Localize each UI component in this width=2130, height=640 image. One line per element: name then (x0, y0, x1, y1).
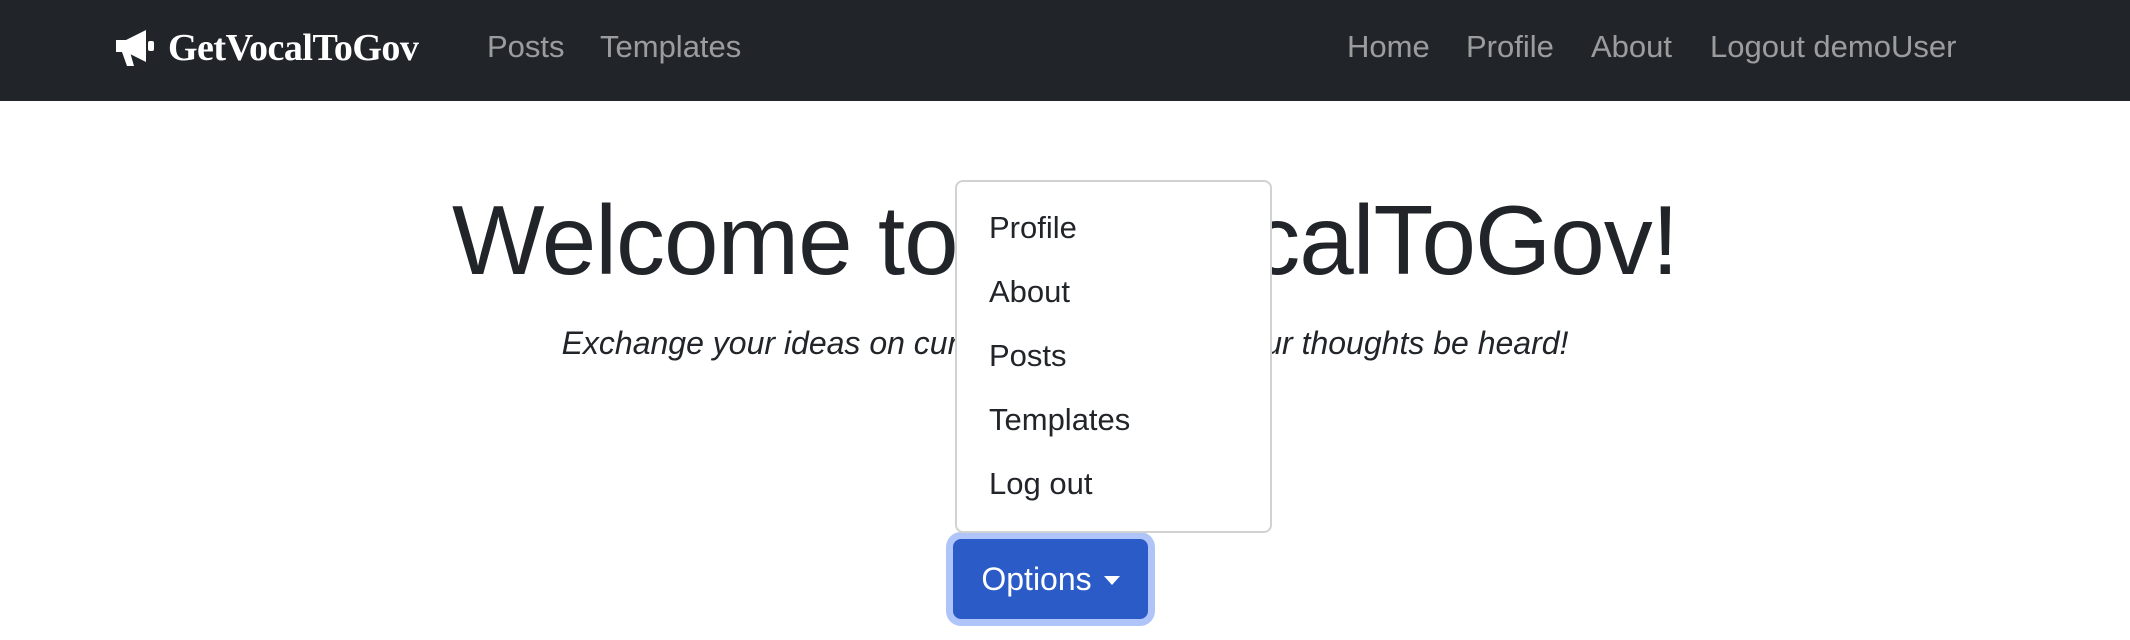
nav-link-posts[interactable]: Posts (487, 24, 565, 70)
nav-link-templates[interactable]: Templates (600, 24, 741, 70)
nav-link-profile[interactable]: Profile (1466, 24, 1554, 70)
dropdown-item-logout[interactable]: Log out (957, 452, 1270, 516)
options-dropdown-button[interactable]: Options (953, 539, 1148, 619)
dropdown-item-about[interactable]: About (957, 260, 1270, 324)
top-navbar: GetVocalToGov Posts Templates Home Profi… (0, 0, 2130, 101)
nav-link-logout[interactable]: Logout demoUser (1710, 24, 1956, 70)
brand-link[interactable]: GetVocalToGov (112, 20, 419, 76)
options-dropdown-menu: Profile About Posts Templates Log out (955, 180, 1272, 533)
nav-link-home[interactable]: Home (1347, 24, 1430, 70)
dropdown-item-posts[interactable]: Posts (957, 324, 1270, 388)
nav-link-about[interactable]: About (1591, 24, 1672, 70)
brand-name: GetVocalToGov (168, 27, 419, 69)
dropdown-item-profile[interactable]: Profile (957, 196, 1270, 260)
caret-down-icon (1103, 575, 1120, 585)
options-button-label: Options (981, 560, 1092, 597)
megaphone-icon (112, 28, 158, 68)
dropdown-item-templates[interactable]: Templates (957, 388, 1270, 452)
